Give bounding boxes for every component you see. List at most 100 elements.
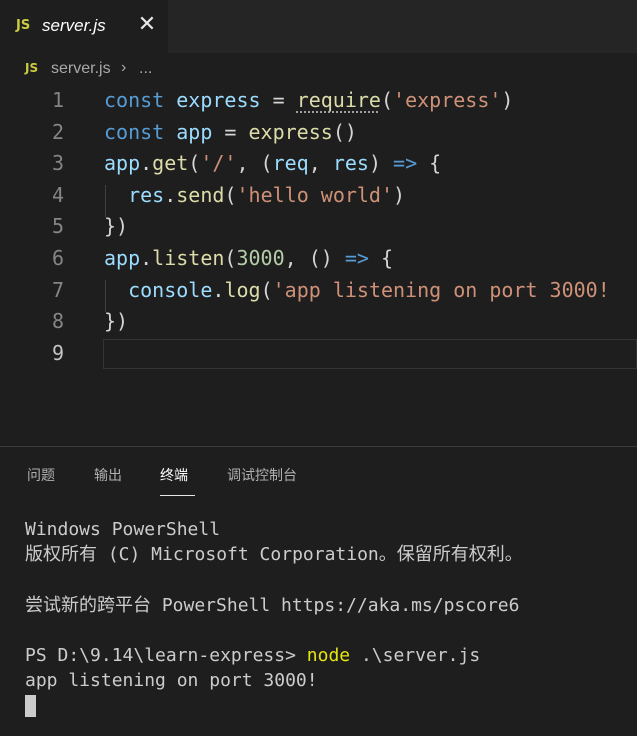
- command-args: .\server.js: [350, 644, 481, 666]
- code-token: app: [104, 246, 141, 270]
- code-token: .: [164, 182, 177, 207]
- code-token: {: [417, 151, 442, 176]
- code-token: (: [224, 246, 237, 270]
- code-token: .: [140, 151, 153, 176]
- code-token: , (: [236, 151, 273, 176]
- line-number: 6: [51, 246, 64, 270]
- javascript-file-icon: JS: [25, 61, 39, 75]
- code-token: (: [224, 182, 237, 207]
- code-line[interactable]: 8}): [0, 306, 637, 337]
- line-number: 2: [51, 119, 64, 144]
- terminal-output: app listening on port 3000!: [25, 670, 318, 692]
- code-token: log: [224, 277, 261, 302]
- line-code: const express = require('express'): [104, 85, 513, 116]
- line-code: app.get('/', (req, res) => {: [104, 148, 441, 179]
- line-code: }): [104, 306, 128, 337]
- panel-tabs: 问题 输出 终端 调试控制台: [0, 447, 637, 501]
- line-code: console.log('app listening on port 3000!: [104, 275, 610, 306]
- code-token: const: [104, 119, 165, 144]
- code-token: express: [176, 88, 261, 112]
- code-line[interactable]: 7 console.log('app listening on port 300…: [0, 275, 637, 306]
- code-line[interactable]: 3 app.get('/', (req, res) => {: [0, 148, 637, 179]
- terminal-line: 尝试新的跨平台 PowerShell https://aka.ms/pscore…: [25, 594, 520, 616]
- code-line[interactable]: 6 app.listen(3000, () => {: [0, 243, 637, 274]
- code-token: express: [248, 119, 333, 144]
- code-token: {: [368, 246, 394, 270]
- line-code: res.send('hello world'): [104, 180, 405, 211]
- code-token: app: [176, 119, 213, 144]
- line-code: const app = express(): [104, 117, 357, 148]
- javascript-file-icon: JS: [16, 18, 31, 33]
- command: node: [306, 644, 351, 666]
- code-token: .: [140, 246, 153, 270]
- code-token: send: [176, 182, 225, 207]
- code-token: app: [104, 151, 141, 176]
- code-line[interactable]: 4 res.send('hello world'): [0, 180, 637, 211]
- code-editor[interactable]: 1 const express = require('express') 2 cons…: [0, 84, 637, 446]
- terminal-line: 版权所有 (C) Microsoft Corporation。保留所有权利。: [25, 544, 523, 566]
- code-token: 'hello world': [236, 182, 394, 207]
- line-number: 5: [51, 214, 64, 239]
- breadcrumb: JS server.js › ...: [0, 53, 637, 85]
- line-code: app.listen(3000, () => {: [104, 243, 393, 274]
- code-token: (: [188, 151, 201, 176]
- breadcrumb-ellipsis[interactable]: ...: [139, 60, 152, 78]
- terminal[interactable]: Windows PowerShell 版权所有 (C) Microsoft Co…: [25, 517, 523, 719]
- tab-problems[interactable]: 问题: [27, 465, 55, 485]
- line-number: 4: [51, 182, 64, 207]
- terminal-prompt-line: PS D:\9.14\learn-express> node .\server.…: [25, 643, 523, 668]
- code-token: res: [332, 151, 369, 176]
- tab-label: server.js: [42, 16, 106, 35]
- code-line[interactable]: 1 const express = require('express'): [0, 85, 637, 116]
- breadcrumb-file[interactable]: server.js: [51, 60, 111, 78]
- tab-bar: JS server.js ✕: [0, 0, 637, 53]
- code-token: ): [393, 182, 406, 207]
- line-number: 3: [51, 151, 64, 176]
- prompt: PS D:\9.14\learn-express>: [25, 644, 307, 666]
- code-token: =>: [393, 151, 418, 176]
- code-line[interactable]: 2 const app = express(): [0, 117, 637, 148]
- code-token: (: [380, 88, 394, 112]
- line-number: 1: [51, 88, 64, 112]
- code-token: =>: [344, 246, 369, 270]
- tab-debug-console[interactable]: 调试控制台: [227, 465, 297, 485]
- code-line[interactable]: 5}): [0, 211, 637, 242]
- code-token: =: [212, 119, 249, 144]
- code-token: }): [104, 309, 129, 334]
- chevron-right-icon: ›: [121, 59, 127, 76]
- code-token: const: [104, 88, 165, 112]
- code-token: ): [501, 88, 514, 112]
- terminal-line: Windows PowerShell: [25, 519, 221, 540]
- code-token: , (): [284, 246, 345, 270]
- tab-terminal[interactable]: 终端: [160, 465, 188, 485]
- code-token: 3000: [236, 246, 285, 270]
- code-token: '/': [200, 151, 237, 176]
- tab-output[interactable]: 输出: [94, 465, 122, 485]
- active-tab-indicator: [160, 495, 195, 496]
- line-number: 8: [51, 309, 64, 334]
- tab-server-js[interactable]: JS server.js ✕: [0, 0, 168, 53]
- code-token: require: [296, 88, 381, 112]
- code-token: 'app listening on port 3000!: [272, 277, 610, 302]
- code-token: ): [368, 151, 394, 176]
- code-token: listen: [152, 246, 225, 270]
- code-token: .: [212, 277, 225, 302]
- code-token: (): [332, 119, 357, 144]
- code-token: res: [128, 182, 165, 207]
- terminal-cursor: [25, 695, 36, 718]
- line-number: 7: [51, 277, 64, 302]
- code-token: (: [260, 277, 273, 302]
- close-icon[interactable]: ✕: [136, 12, 158, 36]
- code-token: req: [272, 151, 309, 176]
- code-token: console: [128, 277, 213, 302]
- line-number: 9: [51, 340, 64, 365]
- code-token: =: [260, 88, 297, 112]
- code-line[interactable]: 9: [0, 338, 637, 369]
- code-token: 'express': [393, 88, 502, 112]
